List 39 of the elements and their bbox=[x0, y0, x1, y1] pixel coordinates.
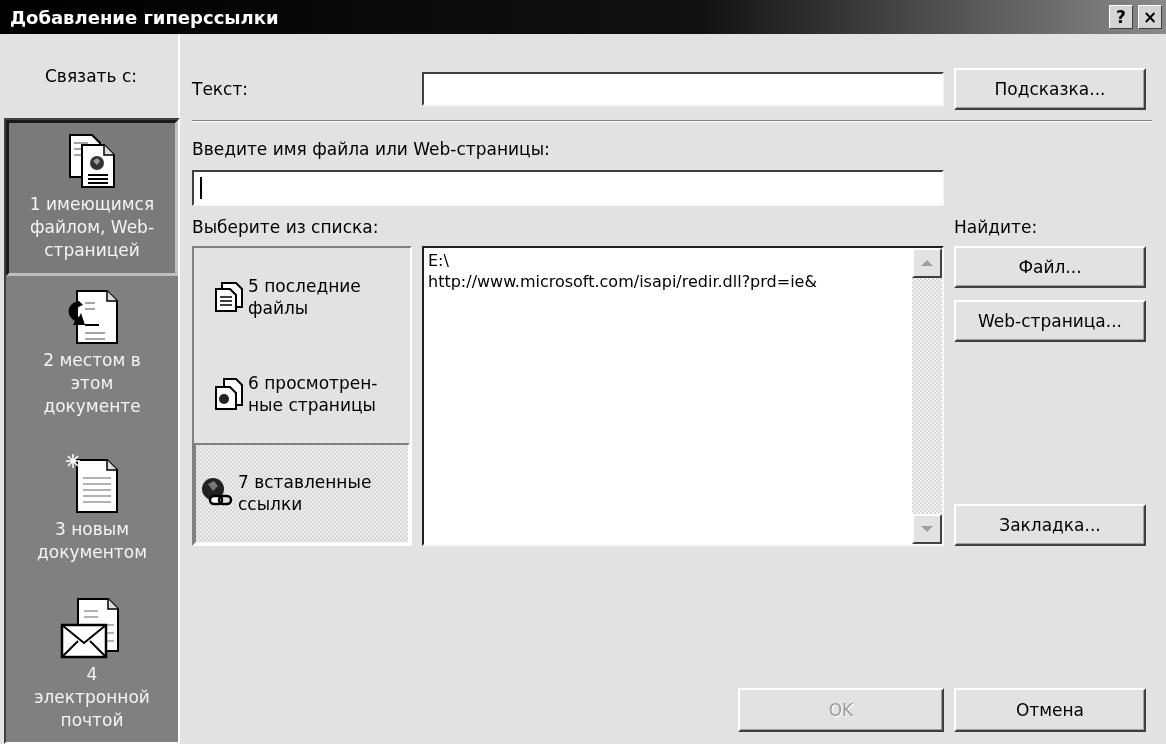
source-label: 6 просмотрен- ные страницы bbox=[248, 372, 378, 416]
web-page-button[interactable]: Web-страница... bbox=[954, 300, 1146, 342]
address-field[interactable] bbox=[192, 170, 944, 206]
link-type-item[interactable]: 2 местом в этом документе bbox=[6, 275, 178, 431]
link-to-label: Связать с: bbox=[45, 66, 137, 86]
help-button[interactable]: ? bbox=[1109, 5, 1133, 29]
text-field[interactable] bbox=[422, 72, 944, 106]
find-label: Найдите: bbox=[954, 217, 1039, 237]
link-type-item[interactable]: 3 новым документом bbox=[6, 431, 178, 587]
new-document-icon bbox=[63, 453, 121, 514]
link-type-label: 3 новым документом bbox=[36, 517, 148, 564]
scroll-down-icon[interactable] bbox=[912, 514, 942, 544]
address-label: Введите имя файла или Web-страницы: bbox=[192, 139, 551, 159]
text-label: Текст: bbox=[192, 79, 250, 99]
web-document-icon bbox=[68, 133, 116, 190]
source-item[interactable]: 5 последние файлы bbox=[194, 248, 410, 346]
list-item[interactable]: http://www.microsoft.com/isapi/redir.dll?prd=ie& bbox=[428, 271, 908, 292]
link-type-label: 4 электронной почтой bbox=[33, 662, 151, 732]
link-type-label: 2 местом в этом документе bbox=[42, 348, 142, 418]
link-type-item[interactable]: 1 имеющимся файлом, Web- страницей bbox=[6, 120, 178, 276]
source-item[interactable]: 6 просмотрен- ные страницы bbox=[194, 345, 410, 443]
window-title: Добавление гиперссылки bbox=[10, 6, 279, 28]
link-type-label: 1 имеющимся файлом, Web- страницей bbox=[28, 193, 156, 263]
choose-label: Выберите из списка: bbox=[192, 217, 380, 237]
screen-tip-button[interactable]: Подсказка... bbox=[954, 68, 1146, 110]
bookmark-button[interactable]: Закладка... bbox=[954, 504, 1146, 546]
source-label: 7 вставленные ссылки bbox=[238, 471, 372, 516]
file-button[interactable]: Файл... bbox=[954, 246, 1146, 288]
close-button[interactable]: × bbox=[1138, 5, 1162, 29]
documents-icon bbox=[214, 280, 244, 313]
address-list[interactable]: E:\ http://www.microsoft.com/isapi/redir.dll?prd=ie& bbox=[422, 246, 944, 546]
source-label: 5 последние файлы bbox=[248, 274, 361, 319]
scrollbar[interactable] bbox=[912, 248, 942, 544]
scroll-up-icon[interactable] bbox=[912, 248, 942, 278]
list-item[interactable]: E:\ bbox=[428, 250, 908, 271]
cancel-button[interactable]: Отмена bbox=[954, 688, 1146, 732]
link-type-item[interactable]: 4 электронной почтой bbox=[6, 586, 178, 742]
globe-documents-icon bbox=[214, 377, 244, 411]
source-item[interactable]: 7 вставленные ссылки bbox=[194, 442, 410, 544]
